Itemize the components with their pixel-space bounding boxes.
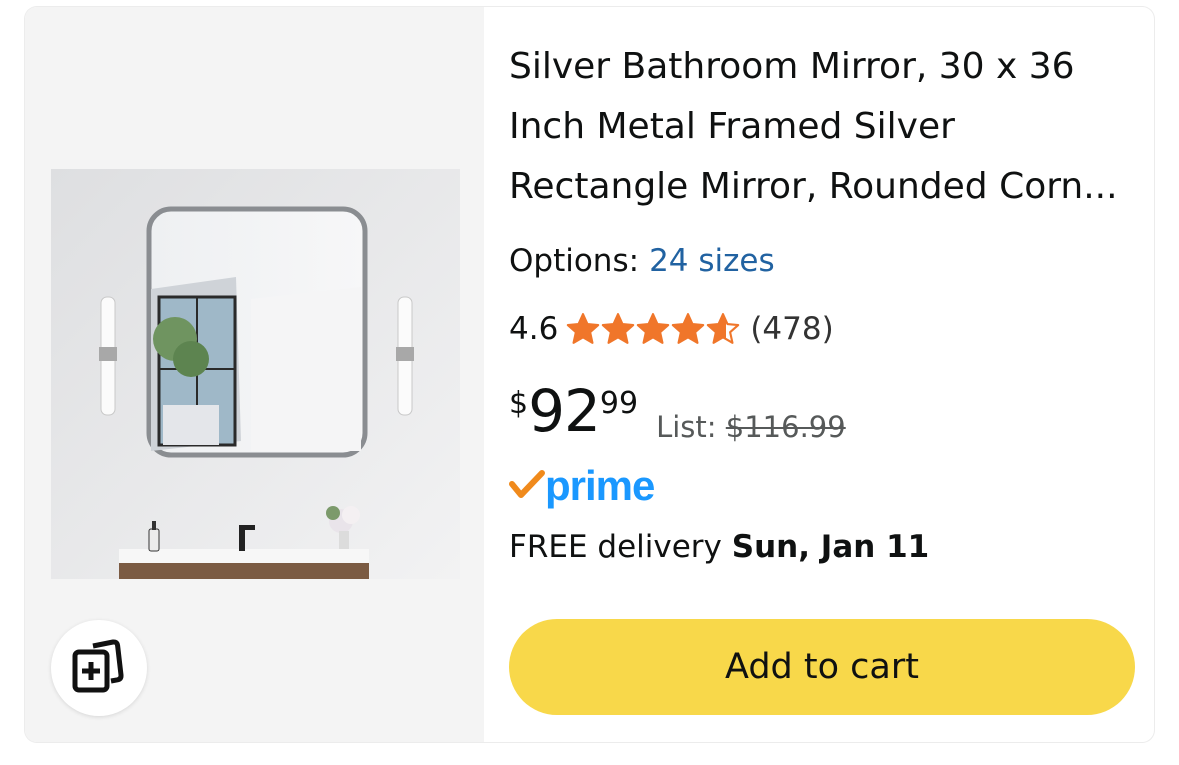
rating-row[interactable]: 4.6 (478) [509, 309, 834, 349]
delivery-date: Sun, Jan 11 [731, 529, 930, 565]
star-icon [707, 313, 740, 344]
prime-badge: prime [509, 459, 655, 513]
rating-count: (478) [750, 311, 834, 347]
price-whole: 92 [528, 377, 601, 445]
options-row: Options: 24 sizes [509, 241, 775, 281]
star-icon [637, 313, 670, 344]
delivery-prefix: FREE delivery [509, 529, 722, 565]
price-row: $ 92 99 List: $116.99 [509, 379, 846, 449]
star-icon [602, 313, 635, 344]
prime-label: prime [545, 462, 655, 509]
price-symbol: $ [509, 386, 529, 421]
list-price-label: List: [656, 410, 717, 444]
product-info: Silver Bathroom Mirror, 30 x 36 Inch Met… [509, 7, 1154, 742]
compare-cards-icon [69, 638, 129, 698]
prime-check-icon [509, 469, 545, 503]
product-title[interactable]: Silver Bathroom Mirror, 30 x 36 Inch Met… [509, 37, 1129, 217]
product-card[interactable]: Silver Bathroom Mirror, 30 x 36 Inch Met… [25, 7, 1154, 742]
star-icon [672, 313, 705, 344]
options-label: Options: [509, 243, 640, 279]
list-price: List: $116.99 [656, 407, 846, 447]
add-to-cart-button[interactable]: Add to cart [509, 619, 1135, 715]
options-link[interactable]: 24 sizes [649, 243, 775, 279]
compare-button[interactable] [51, 620, 147, 716]
star-icon [567, 313, 600, 344]
delivery-info: FREE delivery Sun, Jan 11 [509, 527, 929, 567]
product-image-pane [25, 7, 484, 742]
rating-value: 4.6 [509, 311, 559, 347]
product-image[interactable] [51, 169, 460, 579]
price-fraction: 99 [599, 386, 639, 421]
star-rating [566, 312, 740, 346]
list-price-value: $116.99 [725, 410, 846, 444]
